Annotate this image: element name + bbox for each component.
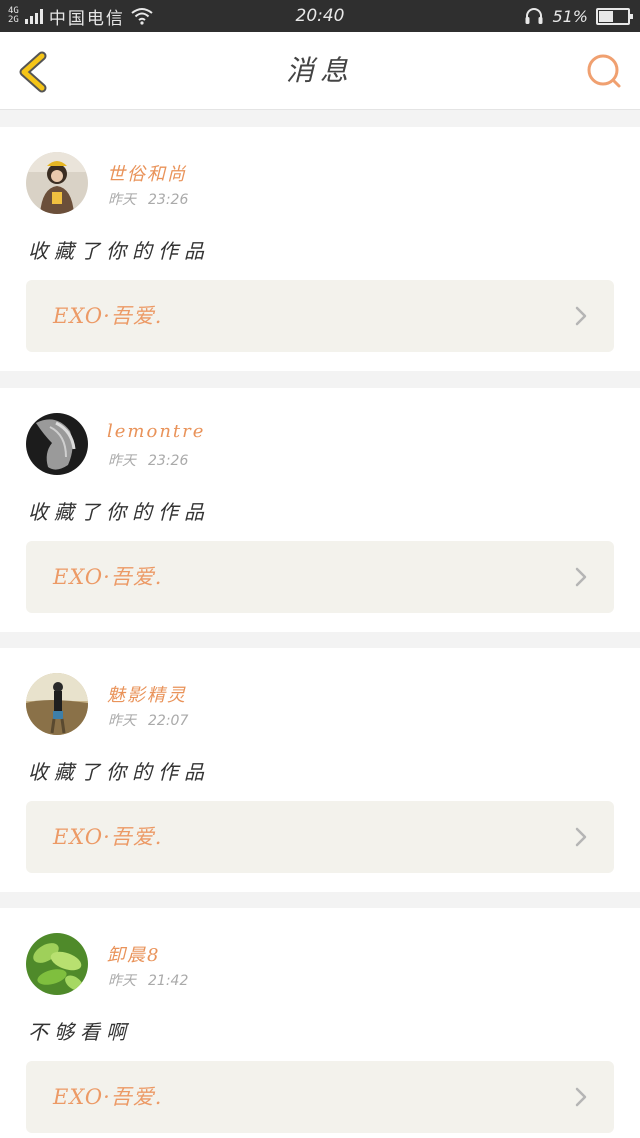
timestamp-time: 22:07	[148, 713, 189, 729]
message-text: 收藏了你的作品	[28, 239, 210, 263]
page-title: 消息	[285, 54, 354, 87]
username[interactable]: 世俗和尚	[107, 160, 187, 186]
work-link[interactable]: EXO·吾爱.	[26, 541, 614, 613]
work-link[interactable]: EXO·吾爱.	[26, 280, 614, 352]
battery-icon	[596, 7, 633, 25]
timestamp: 昨天 22:07	[108, 710, 188, 730]
search-icon	[587, 54, 621, 88]
avatar-image-2	[26, 413, 88, 475]
work-title: EXO·吾爱.	[53, 825, 163, 849]
username[interactable]: 魅影精灵	[107, 681, 187, 707]
timestamp: 昨天 23:26	[108, 450, 188, 470]
timestamp-day: 昨天	[108, 192, 136, 208]
avatar[interactable]	[26, 152, 88, 214]
timestamp-day: 昨天	[108, 713, 136, 729]
avatar[interactable]	[26, 413, 88, 475]
work-title: EXO·吾爱.	[53, 304, 163, 328]
timestamp-time: 23:26	[148, 192, 189, 208]
work-title: EXO·吾爱.	[53, 565, 163, 589]
timestamp-time: 23:26	[148, 453, 189, 469]
status-bar: 4G 2G 中国电信 20:40 51%	[0, 0, 640, 32]
message-text: 收藏了你的作品	[28, 500, 210, 524]
username[interactable]: lemontre	[107, 421, 205, 442]
chevron-right-icon	[575, 1087, 587, 1107]
chevron-right-icon	[575, 827, 587, 847]
message-card: 魅影精灵 昨天 22:07 收藏了你的作品 EXO·吾爱.	[0, 648, 640, 892]
work-link[interactable]: EXO·吾爱.	[26, 1061, 614, 1133]
message-text: 收藏了你的作品	[28, 760, 210, 784]
avatar[interactable]	[26, 673, 88, 735]
avatar-image-3	[26, 673, 88, 735]
avatar-image-4	[26, 933, 88, 995]
message-card: lemontre 昨天 23:26 收藏了你的作品 EXO·吾爱.	[0, 388, 640, 632]
battery-percent: 51%	[552, 6, 588, 26]
status-right: 51%	[524, 0, 633, 32]
timestamp: 昨天 21:42	[108, 970, 188, 990]
search-button[interactable]	[584, 51, 624, 91]
message-card: 卸晨8 昨天 21:42 不够看啊 EXO·吾爱.	[0, 908, 640, 1138]
header-bar: 消息	[0, 32, 640, 110]
timestamp-day: 昨天	[108, 453, 136, 469]
message-card: 世俗和尚 昨天 23:26 收藏了你的作品 EXO·吾爱.	[0, 127, 640, 371]
work-title: EXO·吾爱.	[53, 1085, 163, 1109]
timestamp: 昨天 23:26	[108, 189, 188, 209]
avatar[interactable]	[26, 933, 88, 995]
message-text: 不够看啊	[28, 1020, 132, 1044]
chevron-right-icon	[575, 306, 587, 326]
chevron-right-icon	[575, 567, 587, 587]
username[interactable]: 卸晨8	[107, 941, 160, 967]
timestamp-time: 21:42	[148, 973, 189, 989]
work-link[interactable]: EXO·吾爱.	[26, 801, 614, 873]
headset-icon	[525, 8, 543, 24]
avatar-image-1	[26, 152, 88, 214]
battery-fill	[599, 10, 613, 22]
timestamp-day: 昨天	[108, 973, 136, 989]
